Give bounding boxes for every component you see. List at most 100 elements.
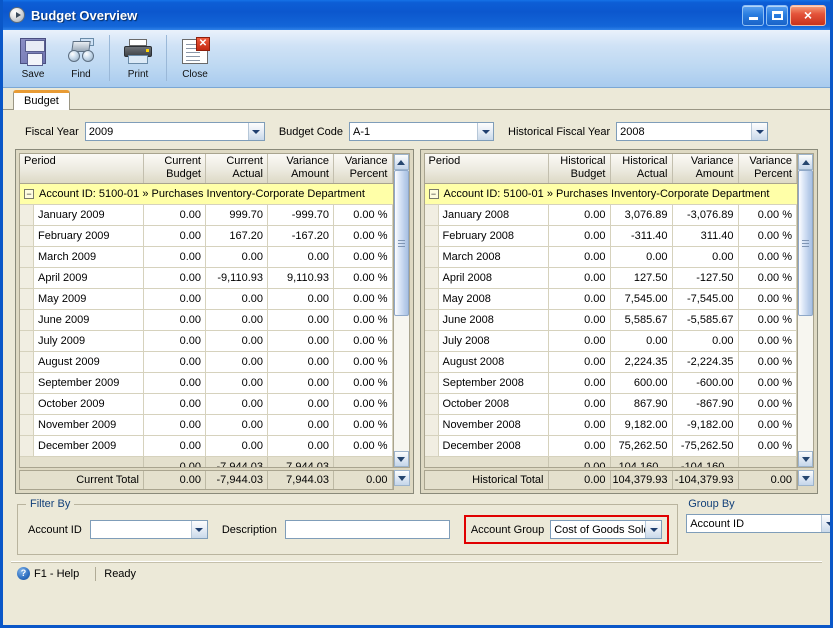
cell-variance-amount: 0.00 (268, 415, 334, 435)
minimize-button[interactable] (742, 4, 764, 26)
table-row[interactable]: April 2009 0.00 -9,110.93 9,110.93 0.00 % (20, 268, 393, 289)
close-toolbar-label: Close (182, 69, 208, 80)
status-bar: ? F1 - Help Ready (11, 561, 822, 585)
group-header-row[interactable]: − Account ID: 5100-01 » Purchases Invent… (424, 184, 797, 205)
table-row[interactable]: August 2009 0.00 0.00 0.00 0.00 % (20, 352, 393, 373)
scroll-thumb[interactable] (798, 170, 813, 317)
maximize-button[interactable] (766, 4, 788, 26)
header-current-budget-line2: Budget (166, 168, 201, 180)
grid-scroll-down-icon[interactable] (393, 470, 410, 486)
header-variance-amount[interactable]: Variance Amount (268, 154, 334, 183)
scroll-up-icon[interactable] (798, 154, 813, 170)
historical-fiscal-year-select[interactable]: 2008 (616, 122, 769, 141)
chevron-down-icon[interactable] (821, 515, 830, 532)
cell-budget: 0.00 (144, 310, 206, 330)
header-period[interactable]: Period (425, 154, 549, 183)
header-historical-budget[interactable]: Historical Budget (549, 154, 611, 183)
close-icon: × (803, 7, 813, 23)
cell-variance-percent: 0.00 % (334, 226, 393, 246)
chevron-down-icon[interactable] (477, 123, 494, 140)
table-row[interactable]: August 2008 0.00 2,224.35 -2,224.35 0.00 % (424, 352, 797, 373)
table-row[interactable]: July 2008 0.00 0.00 0.00 0.00 % (424, 331, 797, 352)
cell-variance-amount: -9,182.00 (673, 415, 739, 435)
collapse-icon[interactable]: − (428, 189, 439, 199)
scroll-track[interactable] (393, 170, 409, 451)
cell-variance-percent: 0.00 % (739, 331, 797, 351)
header-historical-actual[interactable]: Historical Actual (611, 154, 673, 183)
cell-variance-percent: 0.00 % (334, 310, 393, 330)
header-variance-percent[interactable]: Variance Percent (739, 154, 797, 183)
table-row[interactable]: February 2009 0.00 167.20 -167.20 0.00 % (20, 226, 393, 247)
fiscal-year-select[interactable]: 2009 (84, 122, 265, 141)
current-total-row: Current Total 0.00 -7,944.03 7,944.03 0.… (19, 470, 394, 490)
scroll-down-icon[interactable] (393, 451, 409, 467)
table-row[interactable]: March 2008 0.00 0.00 0.00 0.00 % (424, 247, 797, 268)
budget-code-label: Budget Code (278, 125, 344, 138)
current-grid-scrollbar[interactable] (392, 154, 409, 467)
header-period-line1: Period (428, 155, 461, 167)
close-toolbar-button[interactable]: ✕ Close (171, 33, 219, 85)
header-variance-amount[interactable]: Variance Amount (673, 154, 739, 183)
header-variance-percent[interactable]: Variance Percent (334, 154, 393, 183)
row-indent (20, 205, 34, 225)
header-period-line1: Period (24, 155, 56, 167)
table-row[interactable]: January 2008 0.00 3,076.89 -3,076.89 0.00 % (424, 205, 797, 226)
table-row[interactable]: June 2009 0.00 0.00 0.00 0.00 % (20, 310, 393, 331)
table-row[interactable]: January 2009 0.00 999.70 -999.70 0.00 % (20, 205, 393, 226)
cell-actual: 2,224.35 (611, 352, 673, 372)
chevron-down-icon[interactable] (247, 123, 264, 140)
row-indent (20, 226, 34, 246)
chevron-down-icon[interactable] (645, 521, 662, 538)
help-item[interactable]: ? F1 - Help (17, 567, 87, 580)
cell-variance-percent: 0.00 % (334, 436, 393, 456)
cell-actual: 7,545.00 (611, 289, 673, 309)
account-id-select[interactable] (89, 520, 208, 539)
budget-code-select[interactable]: A-1 (349, 122, 495, 141)
historical-total-variance-amount: -104,379.93 (673, 471, 739, 489)
group-header-row[interactable]: − Account ID: 5100-01 » Purchases Invent… (20, 184, 393, 205)
grid-scroll-down-icon[interactable] (798, 470, 814, 486)
description-input[interactable] (284, 520, 450, 539)
save-button[interactable]: Save (9, 33, 57, 85)
find-button[interactable]: Find (57, 33, 105, 85)
table-row[interactable]: May 2009 0.00 0.00 0.00 0.00 % (20, 289, 393, 310)
save-label: Save (21, 69, 45, 80)
chevron-down-icon[interactable] (190, 521, 207, 538)
cell-period: March 2009 (34, 247, 144, 267)
collapse-icon[interactable]: − (24, 189, 34, 199)
table-row[interactable]: May 2008 0.00 7,545.00 -7,545.00 0.00 % (424, 289, 797, 310)
header-current-budget[interactable]: Current Budget (144, 154, 206, 183)
row-indent (20, 394, 34, 414)
print-button[interactable]: Print (114, 33, 162, 85)
table-row[interactable]: December 2009 0.00 0.00 0.00 0.00 % (20, 436, 393, 457)
table-row[interactable]: March 2009 0.00 0.00 0.00 0.00 % (20, 247, 393, 268)
table-row[interactable]: November 2009 0.00 0.00 0.00 0.00 % (20, 415, 393, 436)
table-row[interactable]: June 2008 0.00 5,585.67 -5,585.67 0.00 % (424, 310, 797, 331)
historical-grid-scrollbar[interactable] (797, 154, 813, 467)
table-row[interactable]: December 2008 0.00 75,262.50 -75,262.50 0.00… (424, 436, 797, 457)
tab-budget-label: Budget (24, 95, 59, 107)
tab-budget[interactable]: Budget (13, 90, 70, 110)
table-row[interactable]: October 2008 0.00 867.90 -867.90 0.00 % (424, 394, 797, 415)
account-id-label: Account ID (28, 523, 82, 536)
scroll-thumb[interactable] (393, 170, 409, 317)
table-row[interactable]: September 2009 0.00 0.00 0.00 0.00 % (20, 373, 393, 394)
close-button[interactable]: × (790, 4, 826, 26)
header-current-actual[interactable]: Current Actual (206, 154, 268, 183)
table-row[interactable]: July 2009 0.00 0.00 0.00 0.00 % (20, 331, 393, 352)
scroll-up-icon[interactable] (393, 154, 409, 170)
cell-budget: 0.00 (549, 247, 611, 267)
table-row[interactable]: October 2009 0.00 0.00 0.00 0.00 % (20, 394, 393, 415)
group-by-select[interactable]: Account ID (686, 514, 830, 533)
table-row[interactable]: November 2008 0.00 9,182.00 -9,182.00 0.00 % (424, 415, 797, 436)
account-group-highlight: Account Group Cost of Goods Sold (463, 515, 670, 544)
scroll-down-icon[interactable] (798, 451, 813, 467)
account-group-select[interactable]: Cost of Goods Sold (550, 520, 663, 539)
header-period[interactable]: Period (20, 154, 144, 183)
table-row[interactable]: February 2008 0.00 -311.40 311.40 0.00 % (424, 226, 797, 247)
table-row[interactable]: September 2008 0.00 600.00 -600.00 0.00 % (424, 373, 797, 394)
chevron-down-icon[interactable] (751, 123, 768, 140)
table-row[interactable]: April 2008 0.00 127.50 -127.50 0.00 % (424, 268, 797, 289)
header-variance-amount-line1: Variance (690, 155, 734, 167)
scroll-track[interactable] (798, 170, 813, 451)
